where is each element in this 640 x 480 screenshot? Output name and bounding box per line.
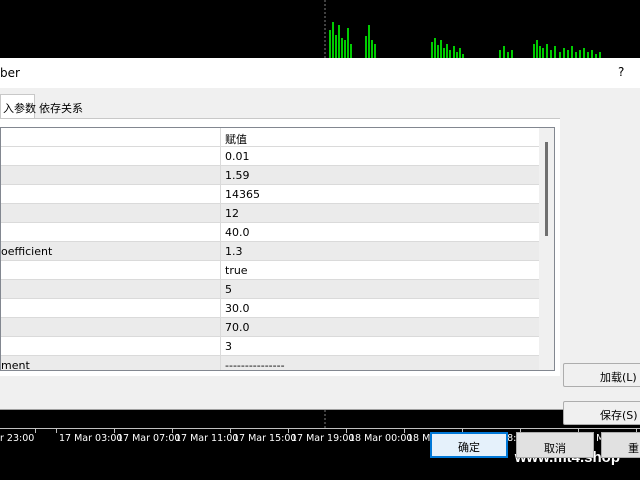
- parameter-value[interactable]: ---------------: [221, 356, 539, 370]
- tab-strip: 入参数 依存关系: [0, 94, 640, 119]
- time-tick-label: 17 Mar 15:00: [233, 433, 297, 444]
- parameters-table: 赋值 0.01 1.59 14365 12 40.0 oefficient 1.3 true 5…: [0, 127, 555, 371]
- scrollbar-thumb[interactable]: [545, 142, 548, 236]
- table-row[interactable]: 1.59: [1, 166, 539, 185]
- time-tick-label: 17 Mar 11:00: [175, 433, 239, 444]
- time-tick-mark: [404, 429, 405, 433]
- cancel-button[interactable]: 取消: [516, 432, 594, 458]
- parameter-value[interactable]: 30.0: [221, 299, 539, 318]
- time-tick-label: 17 Mar 19:00: [291, 433, 355, 444]
- parameter-value[interactable]: 14365: [221, 185, 539, 204]
- save-button[interactable]: 保存(S): [563, 401, 640, 425]
- table-header-row: 赋值: [1, 128, 539, 147]
- parameter-name: [1, 204, 221, 223]
- table-row[interactable]: 30.0: [1, 299, 539, 318]
- parameter-name: [1, 318, 221, 337]
- parameter-value[interactable]: 5: [221, 280, 539, 299]
- parameter-name: [1, 223, 221, 242]
- expert-properties-dialog: ber ? × 入参数 依存关系 赋值 0.011.59143651240.0o…: [0, 58, 640, 458]
- parameter-value[interactable]: 3: [221, 337, 539, 356]
- table-row[interactable]: oefficient 1.3: [1, 242, 539, 261]
- table-row[interactable]: 5: [1, 280, 539, 299]
- vertical-scrollbar[interactable]: [539, 128, 554, 370]
- parameter-name: [1, 185, 221, 204]
- parameter-value[interactable]: 70.0: [221, 318, 539, 337]
- time-tick-mark: [114, 429, 115, 433]
- time-tick-mark: [35, 429, 36, 433]
- ok-button[interactable]: 确定: [430, 432, 508, 458]
- dialog-title-bar[interactable]: ber ? ×: [0, 58, 640, 88]
- tab-dependencies[interactable]: 依存关系: [37, 96, 87, 118]
- table-row[interactable]: 3: [1, 337, 539, 356]
- time-tick-mark: [56, 429, 57, 433]
- parameter-name: [1, 166, 221, 185]
- time-tick-label: 17 Mar 03:00: [59, 433, 123, 444]
- time-tick-label: r 23:00: [0, 433, 35, 444]
- parameter-value[interactable]: 1.59: [221, 166, 539, 185]
- parameter-name: [1, 337, 221, 356]
- table-row[interactable]: 40.0: [1, 223, 539, 242]
- parameter-value[interactable]: 1.3: [221, 242, 539, 261]
- parameter-name: [1, 147, 221, 166]
- parameter-name: ment: [1, 356, 221, 370]
- table-row[interactable]: ment ---------------: [1, 356, 539, 370]
- table-row[interactable]: 0.01: [1, 147, 539, 166]
- table-row[interactable]: 14365: [1, 185, 539, 204]
- parameter-value[interactable]: 0.01: [221, 147, 539, 166]
- parameter-name: [1, 299, 221, 318]
- column-header-value[interactable]: 赋值: [221, 128, 539, 147]
- table-row[interactable]: true: [1, 261, 539, 280]
- table-row[interactable]: 12: [1, 204, 539, 223]
- candles-group: [329, 22, 601, 60]
- dialog-title: ber: [0, 66, 20, 80]
- time-tick-label: 18 Mar 00:00: [349, 433, 413, 444]
- tab-input-parameters[interactable]: 入参数: [0, 94, 36, 119]
- parameter-value[interactable]: 40.0: [221, 223, 539, 242]
- reset-button[interactable]: 重: [601, 432, 640, 458]
- parameter-value[interactable]: 12: [221, 204, 539, 223]
- parameter-name: [1, 280, 221, 299]
- time-tick-mark: [230, 429, 231, 433]
- parameter-value[interactable]: true: [221, 261, 539, 280]
- time-tick-mark: [288, 429, 289, 433]
- time-tick-mark: [172, 429, 173, 433]
- help-button[interactable]: ?: [618, 65, 628, 79]
- table-row[interactable]: 70.0: [1, 318, 539, 337]
- column-header-variable[interactable]: [1, 128, 221, 147]
- load-button[interactable]: 加载(L): [563, 363, 640, 387]
- time-tick-mark: [346, 429, 347, 433]
- time-tick-label: 17 Mar 07:00: [117, 433, 181, 444]
- inputs-panel: 赋值 0.01 1.59 14365 12 40.0 oefficient 1.3 true 5…: [0, 118, 560, 376]
- parameter-name: [1, 261, 221, 280]
- parameter-name: oefficient: [1, 242, 221, 261]
